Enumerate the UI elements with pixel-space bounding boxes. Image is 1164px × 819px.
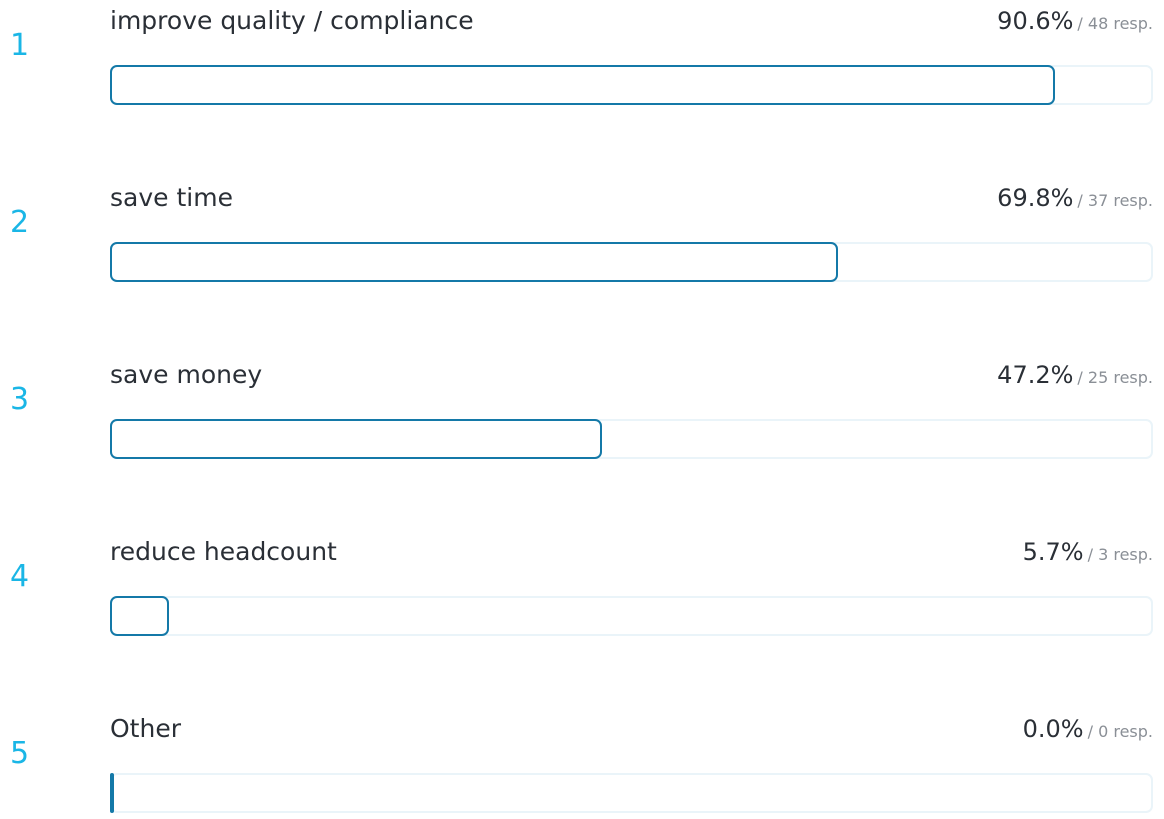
response-count-label: / 0 resp. [1087, 722, 1153, 741]
category-label: reduce headcount [110, 537, 337, 566]
bar-fill [110, 242, 838, 282]
percent-label: 5.7% [1022, 538, 1084, 566]
response-count-label: / 48 resp. [1077, 14, 1153, 33]
bar-fill [110, 596, 169, 636]
bar-fill [110, 419, 602, 459]
category-label: save time [110, 183, 233, 212]
response-count-label: / 37 resp. [1077, 191, 1153, 210]
response-count-label: / 3 resp. [1087, 545, 1153, 564]
rank-number: 3 [10, 382, 30, 417]
bar-fill [110, 65, 1055, 105]
rank-number: 4 [10, 559, 30, 594]
rank-number: 2 [10, 205, 30, 240]
percent-label: 47.2% [997, 361, 1074, 389]
bar-stats: 47.2%/ 25 resp. [997, 355, 1153, 398]
category-label: improve quality / compliance [110, 6, 474, 35]
chart-row: 4 reduce headcount 5.7%/ 3 resp. [0, 532, 1164, 652]
chart-row: 5 Other 0.0%/ 0 resp. [0, 709, 1164, 819]
chart-row: 3 save money 47.2%/ 25 resp. [0, 355, 1164, 475]
percent-label: 90.6% [997, 7, 1074, 35]
percent-label: 0.0% [1022, 715, 1084, 743]
category-label: save money [110, 360, 263, 389]
percent-label: 69.8% [997, 184, 1074, 212]
bar-stats: 5.7%/ 3 resp. [1023, 532, 1153, 575]
chart-row: 2 save time 69.8%/ 37 resp. [0, 178, 1164, 298]
rank-number: 5 [10, 736, 30, 771]
rank-number: 1 [10, 28, 30, 63]
bar-fill [110, 773, 114, 813]
bar-stats: 0.0%/ 0 resp. [1023, 709, 1153, 752]
chart-row: 1 improve quality / compliance 90.6%/ 48 r… [0, 1, 1164, 121]
bar-track [110, 773, 1153, 813]
response-count-label: / 25 resp. [1077, 368, 1153, 387]
bar-stats: 69.8%/ 37 resp. [997, 178, 1153, 221]
category-label: Other [110, 714, 181, 743]
bar-track [110, 419, 1153, 459]
bar-stats: 90.6%/ 48 resp. [997, 1, 1153, 44]
bar-track [110, 65, 1153, 105]
bar-track [110, 242, 1153, 282]
bar-track [110, 596, 1153, 636]
